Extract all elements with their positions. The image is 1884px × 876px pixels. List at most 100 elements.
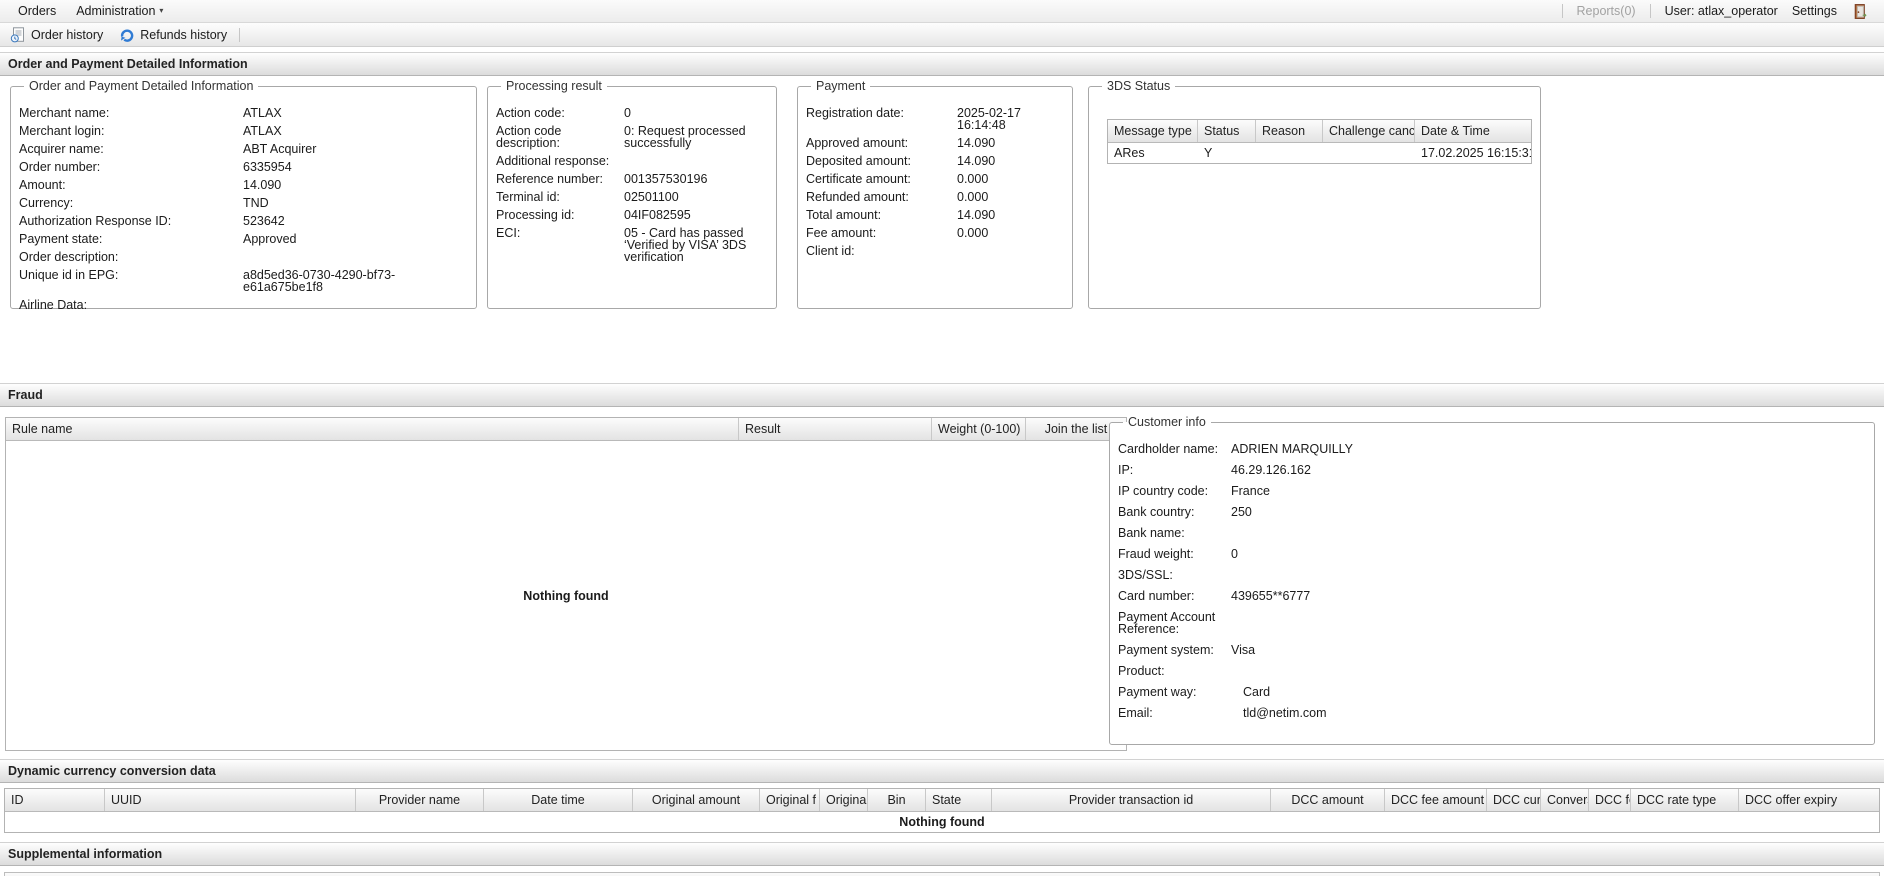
field-label: Certificate amount: [806, 172, 911, 186]
refunds-history-button[interactable]: Refunds history [115, 25, 235, 45]
column-header: UUID [105, 789, 356, 811]
column-header: DCC fee [1589, 789, 1631, 811]
logout-door-icon[interactable] [1851, 3, 1868, 20]
field-label: Payment way: [1118, 685, 1197, 699]
field-label: Email: [1118, 706, 1153, 720]
column-header: Provider transaction id [992, 789, 1271, 811]
field-label: Card number: [1118, 589, 1195, 603]
field-label: Bank country: [1118, 505, 1195, 519]
order-info-legend: Order and Payment Detailed Information [29, 79, 254, 93]
field-label: Acquirer name: [19, 142, 104, 156]
field-label: ECI: [496, 226, 521, 240]
field-value [1231, 611, 1866, 635]
field-label: Order description: [19, 250, 119, 264]
menu-bar-right: Reports(0) User: atlax_operator Settings [1561, 3, 1876, 20]
field-row: Action code description: 0: Request proce… [496, 124, 768, 150]
page-title: Order and Payment Detailed Information [8, 57, 248, 71]
field-row: Bank name: [1118, 527, 1866, 540]
field-label: Additional response: [496, 154, 610, 168]
field-row: ECI: 05 - Card has passed ‘Verified by VI… [496, 226, 768, 264]
field-row: 3DS/SSL: [1118, 568, 1866, 582]
field-value: ATLAX [243, 124, 282, 138]
field-value [624, 155, 768, 167]
field-label: Merchant login: [19, 124, 105, 138]
field-row: Authorization Response ID: 523642 [19, 214, 468, 228]
field-label: Terminal id: [496, 190, 560, 204]
fraud-section-bar: Fraud [0, 383, 1884, 407]
separator [239, 27, 241, 42]
refunds-history-icon [119, 27, 135, 43]
field-value [1231, 665, 1866, 677]
field-label: 3DS/SSL: [1118, 568, 1173, 582]
order-history-icon [10, 26, 26, 43]
column-header: Message type [1108, 120, 1198, 142]
field-row: Order description: [19, 250, 468, 264]
field-value: 250 [1231, 505, 1252, 519]
column-header: ID [5, 789, 105, 811]
field-label: Merchant name: [19, 106, 110, 120]
details-panel: Order and Payment Detailed Information M… [0, 76, 1884, 383]
cell-status: Y [1204, 146, 1213, 160]
field-label: Processing id: [496, 208, 575, 222]
customer-info-fieldset: Customer info Cardholder name: ADRIEN MAR… [1109, 415, 1875, 745]
fraud-empty-message: Nothing found [523, 588, 609, 603]
field-label: IP: [1118, 463, 1134, 477]
field-label: Cardholder name: [1118, 442, 1219, 456]
menu-bar: Orders Administration ▾ Reports(0) User:… [0, 0, 1884, 23]
field-row: Total amount: 14.090 [806, 208, 1064, 222]
field-label: Amount: [19, 178, 66, 192]
three-ds-status-legend: 3DS Status [1107, 79, 1171, 93]
menu-orders[interactable]: Orders [8, 4, 66, 18]
menu-administration[interactable]: Administration ▾ [66, 4, 173, 18]
field-row: Acquirer name: ABT Acquirer [19, 142, 468, 156]
field-value: 0 [624, 106, 631, 120]
customer-info-legend: Customer info [1128, 415, 1206, 429]
field-label: Registration date: [806, 106, 904, 120]
column-header: DCC curr [1487, 789, 1541, 811]
payment-fieldset: Payment Registration date: 2025-02-17 16:… [797, 79, 1073, 309]
column-header: Original amount [633, 789, 760, 811]
column-header: DCC fee amount [1385, 789, 1487, 811]
field-row: Payment Account Reference: [1118, 611, 1866, 636]
menu-reports[interactable]: Reports(0) [1577, 4, 1636, 18]
field-row: Payment state: Approved [19, 233, 468, 246]
field-label: Airline Data: [19, 298, 88, 312]
three-ds-table-header: Message type Status Reason Challenge can… [1108, 120, 1531, 143]
field-value: 0.000 [957, 190, 989, 204]
three-ds-status-fieldset: 3DS Status Message type Status Reason Ch… [1088, 79, 1541, 309]
processing-result-fieldset: Processing result Action code: 0 Action c… [487, 79, 777, 309]
field-row: Payment system: Visa [1118, 644, 1866, 657]
field-row: Terminal id: 02501100 [496, 190, 768, 204]
column-header: Provider name [356, 789, 484, 811]
column-header: DCC offer expiry [1745, 793, 1838, 807]
field-row: Product: [1118, 665, 1866, 678]
refunds-history-label: Refunds history [140, 27, 228, 42]
field-value: 14.090 [957, 208, 996, 222]
field-row: Bank country: 250 [1118, 505, 1866, 519]
field-label: Fraud weight: [1118, 547, 1194, 561]
dcc-table: ID UUID Provider name Date time Original… [4, 788, 1880, 833]
field-row: Refunded amount: 0.000 [806, 190, 1064, 204]
order-history-button[interactable]: Order history [6, 25, 111, 45]
column-header: DCC amount [1271, 789, 1385, 811]
menu-settings[interactable]: Settings [1792, 4, 1837, 18]
field-row: IP country code: France [1118, 485, 1866, 498]
column-header: DCC rate type [1631, 789, 1739, 811]
field-row: Deposited amount: 14.090 [806, 155, 1064, 168]
toolbar: Order history Refunds history [0, 23, 1884, 47]
field-label: Action code description: [496, 124, 562, 150]
fraud-zone: Rule name Result Weight (0-100) Join the… [0, 407, 1884, 759]
column-header: Status [1198, 120, 1256, 142]
field-value: 523642 [243, 214, 285, 228]
fraud-table-header: Rule name Result Weight (0-100) Join the… [6, 418, 1126, 441]
page-title-bar: Order and Payment Detailed Information [0, 52, 1884, 76]
field-value: tld@netim.com [1243, 706, 1327, 720]
field-value: 0.000 [957, 226, 989, 240]
field-value: 14.090 [243, 178, 282, 192]
field-row: Currency: TND [19, 197, 468, 210]
field-row: Client id: [806, 245, 1064, 258]
column-header: State [926, 789, 992, 811]
three-ds-table: Message type Status Reason Challenge can… [1107, 119, 1532, 164]
field-row: Fee amount: 0.000 [806, 226, 1064, 240]
field-value: 439655**6777 [1231, 589, 1311, 603]
